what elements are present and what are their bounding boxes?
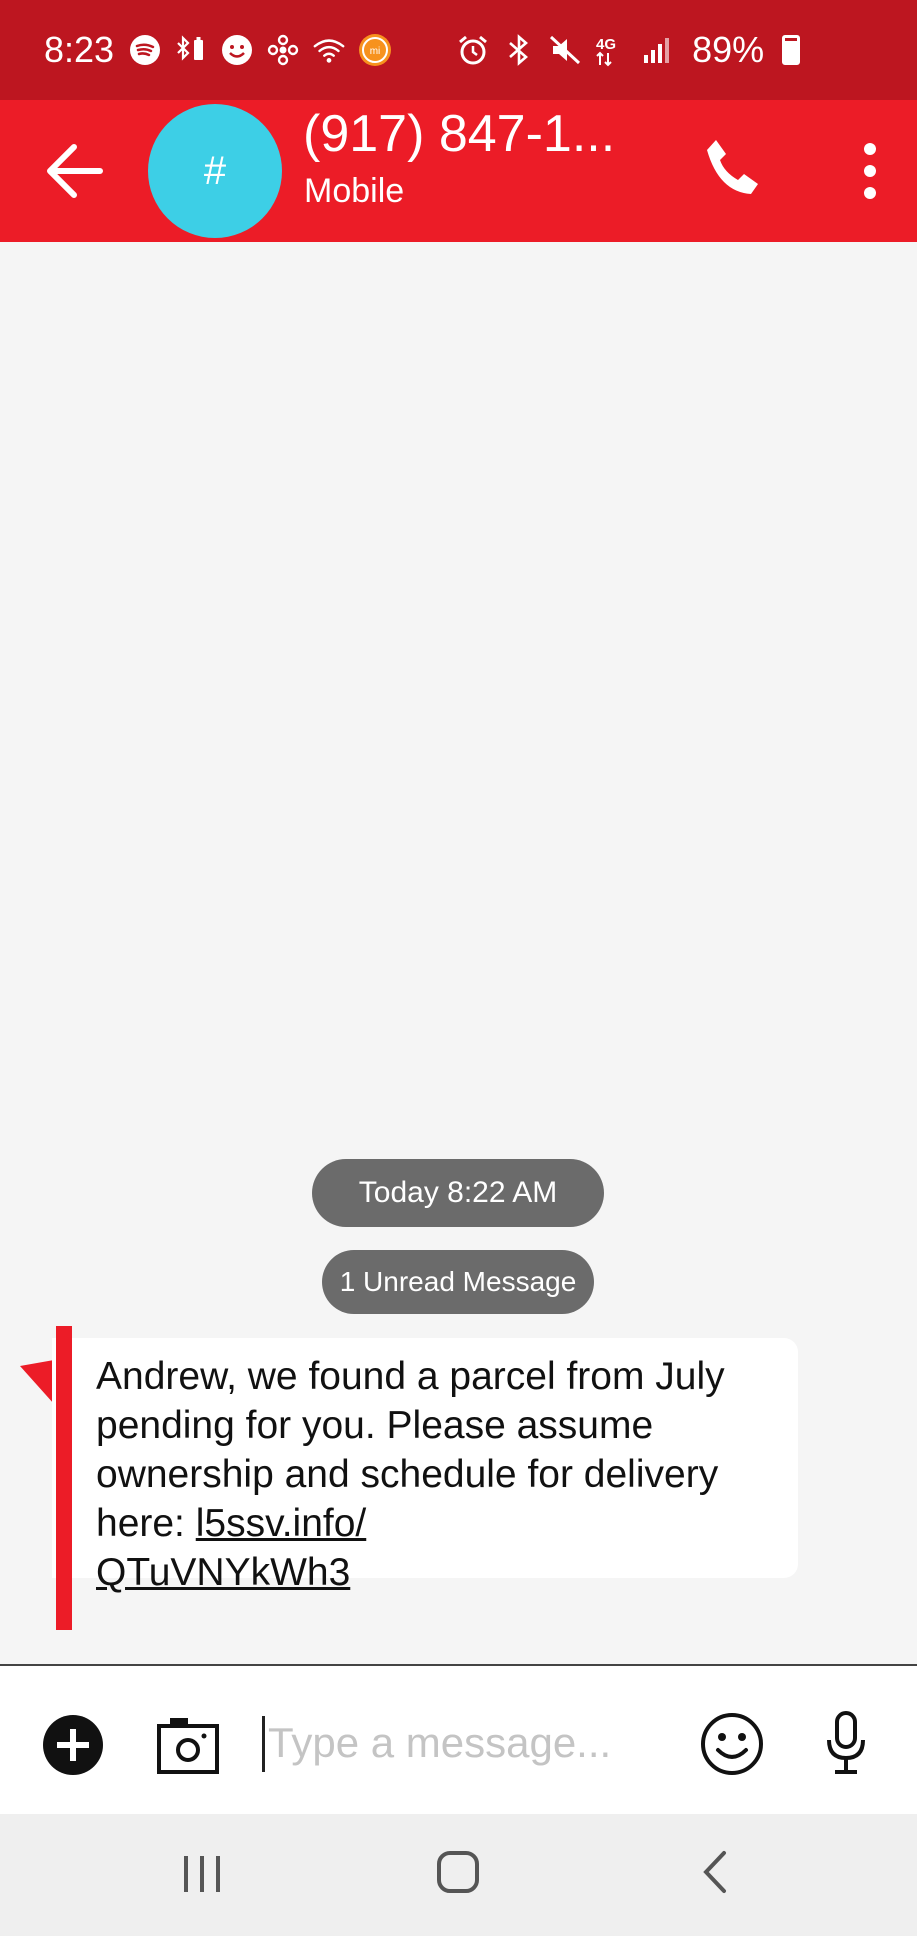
message-thread[interactable]: Today 8:22 AM 1 Unread Message Andrew, w… (0, 242, 917, 1664)
recent-apps-button[interactable] (180, 1854, 224, 1894)
contact-title[interactable]: (917) 847-1... (303, 104, 623, 164)
lte-icon: 4G (594, 33, 628, 67)
unread-indicator-bar (56, 1326, 72, 1630)
call-button[interactable] (700, 136, 766, 202)
message-text: Andrew, we found a parcel from July pend… (96, 1352, 776, 1597)
text-cursor (262, 1716, 265, 1772)
more-vert-icon (864, 143, 876, 199)
spotify-icon (128, 33, 162, 67)
message-body: Andrew, we found a parcel from July pend… (96, 1355, 725, 1545)
microphone-icon (827, 1711, 865, 1774)
back-button[interactable] (40, 136, 110, 206)
battery-percent: 89% (692, 29, 765, 70)
plus-circle-icon (43, 1715, 103, 1775)
message-composer (0, 1664, 917, 1814)
back-arrow-icon (47, 144, 103, 198)
more-options-button[interactable] (852, 138, 888, 204)
avatar-glyph: # (203, 148, 227, 193)
phone-icon (707, 140, 758, 194)
voice-input-button[interactable] (824, 1710, 868, 1776)
conversation-app-bar: # (917) 847-1... Mobile (0, 100, 917, 242)
contact-subtitle: Mobile (304, 172, 405, 210)
mi-icon: mi (358, 33, 392, 67)
camera-button[interactable] (156, 1712, 220, 1776)
contact-avatar[interactable]: # (148, 104, 282, 238)
emoji-icon (701, 1713, 763, 1775)
nav-back-button[interactable] (700, 1850, 730, 1894)
message-input[interactable] (268, 1708, 648, 1778)
camera-icon (157, 1718, 219, 1774)
nav-back-icon (703, 1851, 726, 1893)
incoming-message-bubble[interactable]: Andrew, we found a parcel from July pend… (52, 1326, 798, 1630)
mute-icon (548, 33, 582, 67)
signal-icon (640, 33, 674, 67)
status-time: 8:23 (44, 29, 115, 70)
bluetooth-icon (502, 33, 536, 67)
unread-flag-icon (20, 1360, 54, 1404)
alarm-icon (456, 33, 490, 67)
home-icon (437, 1851, 479, 1893)
recent-apps-icon (184, 1856, 220, 1892)
message-link-part-1: l5ssv.info/ (195, 1502, 367, 1545)
network-flower-icon (266, 33, 300, 67)
emoji-button[interactable] (700, 1712, 764, 1776)
svg-text:mi: mi (370, 46, 381, 57)
message-link-part-2: QTuVNYkWh3 (96, 1551, 351, 1594)
unread-divider: 1 Unread Message (322, 1250, 594, 1314)
wifi-icon (312, 33, 346, 67)
svg-text:4G: 4G (596, 36, 616, 53)
date-divider: Today 8:22 AM (312, 1159, 604, 1227)
system-navigation-bar (0, 1814, 917, 1936)
home-button[interactable] (436, 1850, 480, 1894)
attach-add-button[interactable] (42, 1714, 104, 1776)
status-notification-icons: mi 4G 89% (128, 29, 801, 71)
smiley-notification-icon (220, 33, 254, 67)
battery-icon (782, 35, 801, 65)
status-bar: 8:23 mi 4G 89% (0, 0, 917, 100)
bluetooth-battery-icon (174, 33, 208, 67)
